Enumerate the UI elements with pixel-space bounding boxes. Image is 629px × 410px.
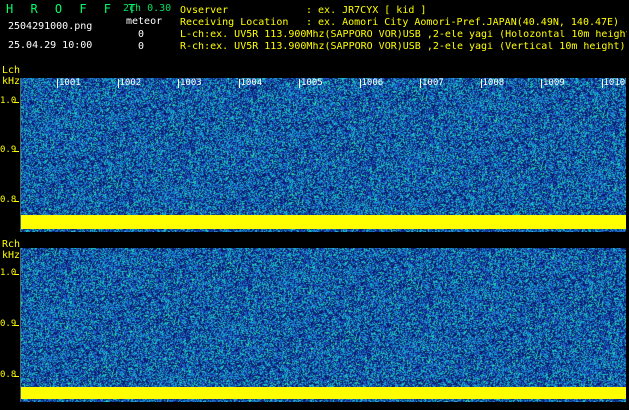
lch-noise-canvas bbox=[21, 78, 626, 232]
app-logo: H R O F F T bbox=[6, 2, 141, 16]
minute-marker-1007: 1007 bbox=[420, 78, 444, 88]
lch-label: Lch bbox=[2, 65, 21, 76]
minute-marker-1009: 1009 bbox=[541, 78, 565, 88]
mode-label: meteor bbox=[126, 16, 163, 27]
rch-tickmark-0-9 bbox=[14, 325, 19, 326]
lch-carrier-band bbox=[21, 215, 626, 229]
minute-marker-1006: 1006 bbox=[359, 78, 384, 88]
lch-unit: kHz bbox=[2, 76, 21, 87]
version-label: 2ch 0.30 bbox=[123, 3, 172, 14]
minute-marker-1002: 1002 bbox=[117, 78, 142, 88]
rch-tickmark-1-0 bbox=[14, 274, 19, 275]
rch-unit: kHz bbox=[2, 250, 21, 261]
minute-marker-1004: 1004 bbox=[238, 78, 263, 88]
count-rch: 0 bbox=[138, 41, 145, 52]
minute-marker-1001: 1001 bbox=[57, 78, 81, 88]
minute-marker-1003: 1003 bbox=[178, 78, 202, 88]
count-lch: 0 bbox=[138, 29, 145, 40]
observer-label: Ovserver bbox=[180, 5, 229, 16]
filename-label: 2504291000.png bbox=[8, 21, 93, 32]
lch-tickmark-1-0 bbox=[14, 102, 19, 103]
rch-spectrogram bbox=[20, 248, 626, 402]
lch-spectrogram: 1001 1002 1003 1004 1005 1006 1007 1008 1009 1010 bbox=[20, 78, 626, 232]
location-label: Receiving Location bbox=[180, 17, 289, 28]
minute-marker-1010: 1010 bbox=[601, 78, 626, 88]
rch-noise-canvas bbox=[21, 248, 626, 402]
lch-minute-markers: 1001 1002 1003 1004 1005 1006 1007 1008 1009 1010 bbox=[21, 78, 626, 90]
rch-carrier-band bbox=[21, 387, 626, 399]
lch-tickmark-0-9 bbox=[14, 151, 19, 152]
lch-config-line: L-ch:ex. UV5R 113.900Mhz(SAPPORO VOR)USB… bbox=[180, 30, 627, 40]
datetime-label: 25.04.29 10:00 bbox=[8, 40, 93, 51]
rch-label: Rch bbox=[2, 239, 21, 250]
lch-tickmark-0-8 bbox=[14, 201, 19, 202]
rch-tickmark-0-8 bbox=[14, 376, 19, 377]
location-value: : ex. Aomori City Aomori-Pref.JAPAN(40.4… bbox=[306, 17, 620, 28]
rch-config-line: R-ch:ex. UV5R 113.900Mhz(SAPPORO VOR)USB… bbox=[180, 42, 626, 52]
minute-marker-1005: 1005 bbox=[299, 78, 323, 88]
observer-value: : ex. JR7CYX [ kid ] bbox=[306, 5, 427, 16]
minute-marker-1008: 1008 bbox=[480, 78, 505, 88]
